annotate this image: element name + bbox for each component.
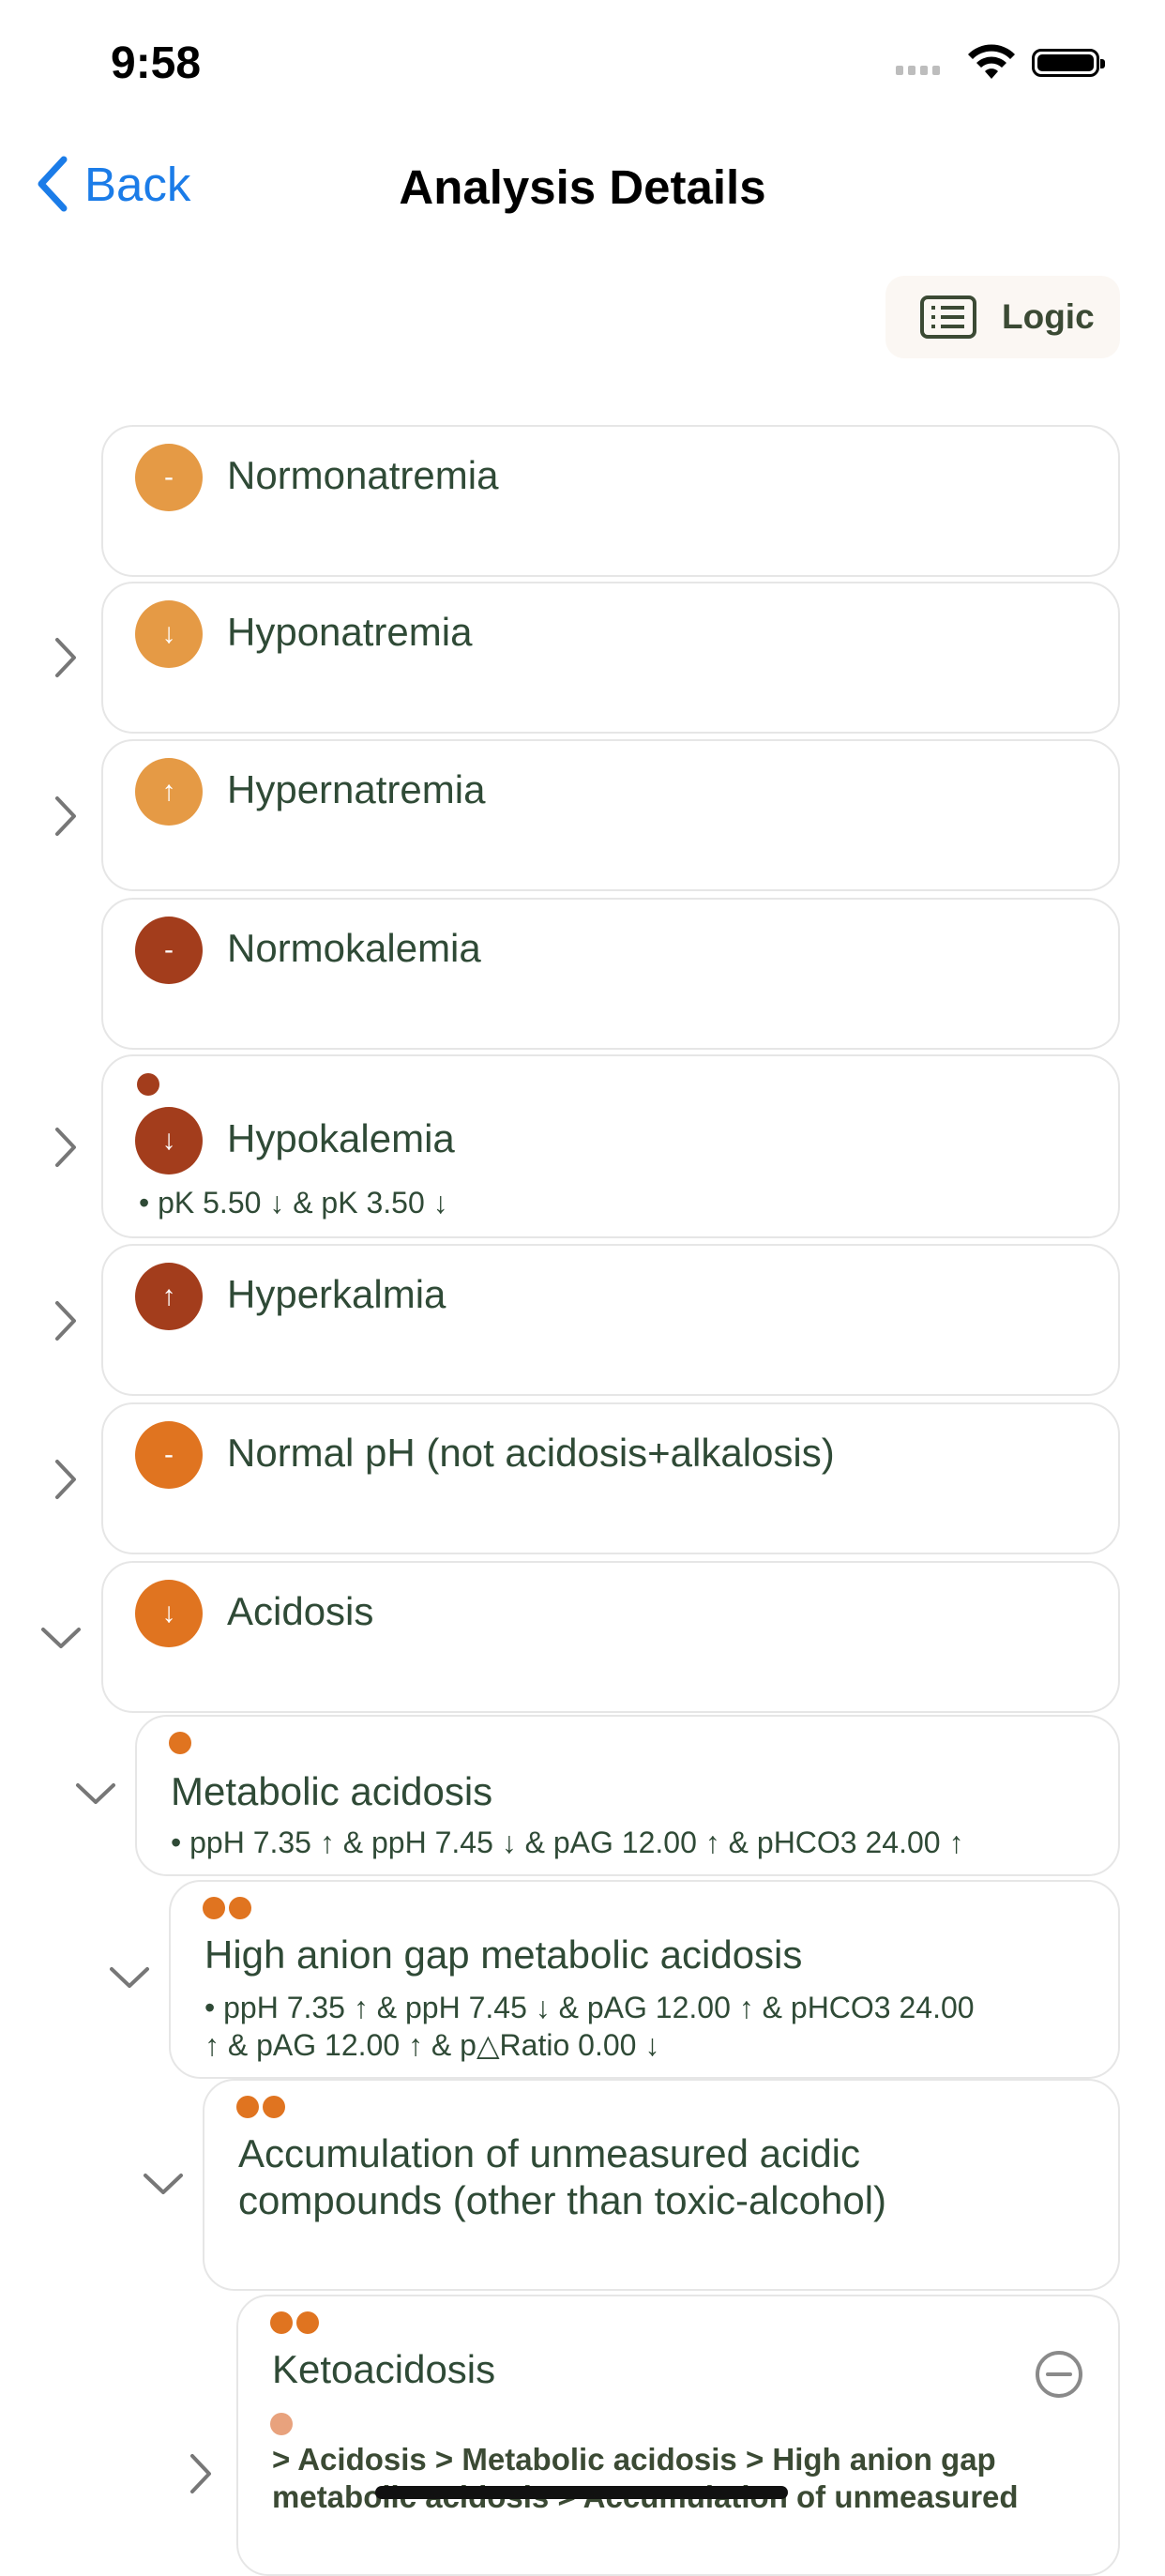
item-title: Ketoacidosis xyxy=(272,2347,496,2391)
rule-text: • ppH 7.35 ↑ & ppH 7.45 ↓ & pAG 12.00 ↑ … xyxy=(171,1826,964,1859)
item-title: Metabolic acidosis xyxy=(171,1769,493,1813)
item-title: Normonatremia xyxy=(227,453,499,497)
chevron-down-icon[interactable] xyxy=(39,1625,83,1651)
chevron-down-icon[interactable] xyxy=(108,1964,151,1991)
chevron-right-icon[interactable] xyxy=(53,1458,79,1501)
status-badge: - xyxy=(135,444,203,511)
list-item-hypernatremia[interactable]: ↑ Hypernatremia xyxy=(101,739,1120,891)
item-title: Normokalemia xyxy=(227,926,481,970)
list-item-hyperkalmia[interactable]: ↑ Hyperkalmia xyxy=(101,1244,1120,1396)
chevron-right-icon[interactable] xyxy=(53,1299,79,1342)
list-item-hyponatremia[interactable]: ↓ Hyponatremia xyxy=(101,582,1120,734)
list-item-normokalemia[interactable]: - Normokalemia xyxy=(101,898,1120,1050)
logic-label: Logic xyxy=(1002,297,1095,336)
logic-button[interactable]: Logic xyxy=(885,276,1120,358)
list-item-hypokalemia[interactable]: ↓ Hypokalemia • pK 5.50 ↓ & pK 3.50 ↓ xyxy=(101,1054,1120,1238)
status-badge: ↑ xyxy=(135,1263,203,1330)
item-title: Hypernatremia xyxy=(227,767,486,811)
rule-text: • pK 5.50 ↓ & pK 3.50 ↓ xyxy=(139,1186,448,1220)
path-text-line-1: > Acidosis > Metabolic acidosis > High a… xyxy=(272,2442,996,2477)
minus-circle-icon[interactable] xyxy=(1034,2349,1084,2400)
status-time: 9:58 xyxy=(111,38,202,88)
chevron-right-icon[interactable] xyxy=(53,795,79,838)
chevron-down-icon[interactable] xyxy=(142,2171,185,2197)
rule-dot xyxy=(169,1732,191,1754)
item-title: High anion gap metabolic acidosis xyxy=(204,1932,803,1977)
rule-text-line-1: • ppH 7.35 ↑ & ppH 7.45 ↓ & pAG 12.00 ↑ … xyxy=(204,1991,975,2024)
rule-dot xyxy=(296,2311,319,2334)
item-title: Hyperkalmia xyxy=(227,1272,446,1316)
item-title-line-2: compounds (other than toxic-alcohol) xyxy=(238,2178,887,2222)
status-badge: ↓ xyxy=(135,600,203,668)
chevron-right-icon[interactable] xyxy=(53,636,79,679)
path-dot xyxy=(270,2413,293,2435)
chevron-down-icon[interactable] xyxy=(74,1780,117,1807)
wifi-icon xyxy=(968,44,1015,79)
list-item-acidosis[interactable]: ↓ Acidosis xyxy=(101,1561,1120,1713)
list-document-icon xyxy=(920,295,976,339)
list-item-ketoacidosis[interactable]: Ketoacidosis > Acidosis > Metabolic acid… xyxy=(236,2295,1120,2576)
rule-dot xyxy=(263,2096,285,2118)
page-title: Analysis Details xyxy=(399,160,766,214)
list-item-metabolic-acidosis[interactable]: Metabolic acidosis • ppH 7.35 ↑ & ppH 7.… xyxy=(135,1715,1120,1876)
item-title: Normal pH (not acidosis+alkalosis) xyxy=(227,1431,835,1475)
chevron-right-icon[interactable] xyxy=(53,1126,79,1169)
chevron-right-icon[interactable] xyxy=(188,2452,214,2495)
status-badge: - xyxy=(135,917,203,984)
rule-text-line-2: ↑ & pAG 12.00 ↑ & p△Ratio 0.00 ↓ xyxy=(204,2028,660,2062)
list-item-normonatremia[interactable]: - Normonatremia xyxy=(101,425,1120,577)
status-badge: ↑ xyxy=(135,758,203,826)
status-badge: ↓ xyxy=(135,1107,203,1174)
rule-dot xyxy=(137,1073,159,1096)
item-title: Acidosis xyxy=(227,1589,374,1633)
status-badge: - xyxy=(135,1421,203,1489)
rule-dot xyxy=(203,1897,225,1919)
rule-dot xyxy=(236,2096,259,2118)
status-badge: ↓ xyxy=(135,1580,203,1647)
item-title: Hypokalemia xyxy=(227,1116,455,1160)
item-title: Hyponatremia xyxy=(227,610,473,654)
home-indicator[interactable] xyxy=(375,2486,788,2499)
list-item-accumulation-unmeasured-acidic-compounds[interactable]: Accumulation of unmeasured acidic compou… xyxy=(203,2079,1120,2291)
battery-icon xyxy=(1032,49,1105,77)
list-item-normal-ph[interactable]: - Normal pH (not acidosis+alkalosis) xyxy=(101,1402,1120,1554)
cellular-signal-icon xyxy=(896,66,940,75)
item-title-line-1: Accumulation of unmeasured acidic xyxy=(238,2131,861,2175)
list-item-high-anion-gap-metabolic-acidosis[interactable]: High anion gap metabolic acidosis • ppH … xyxy=(169,1880,1120,2079)
rule-dot xyxy=(229,1897,251,1919)
rule-dot xyxy=(270,2311,293,2334)
